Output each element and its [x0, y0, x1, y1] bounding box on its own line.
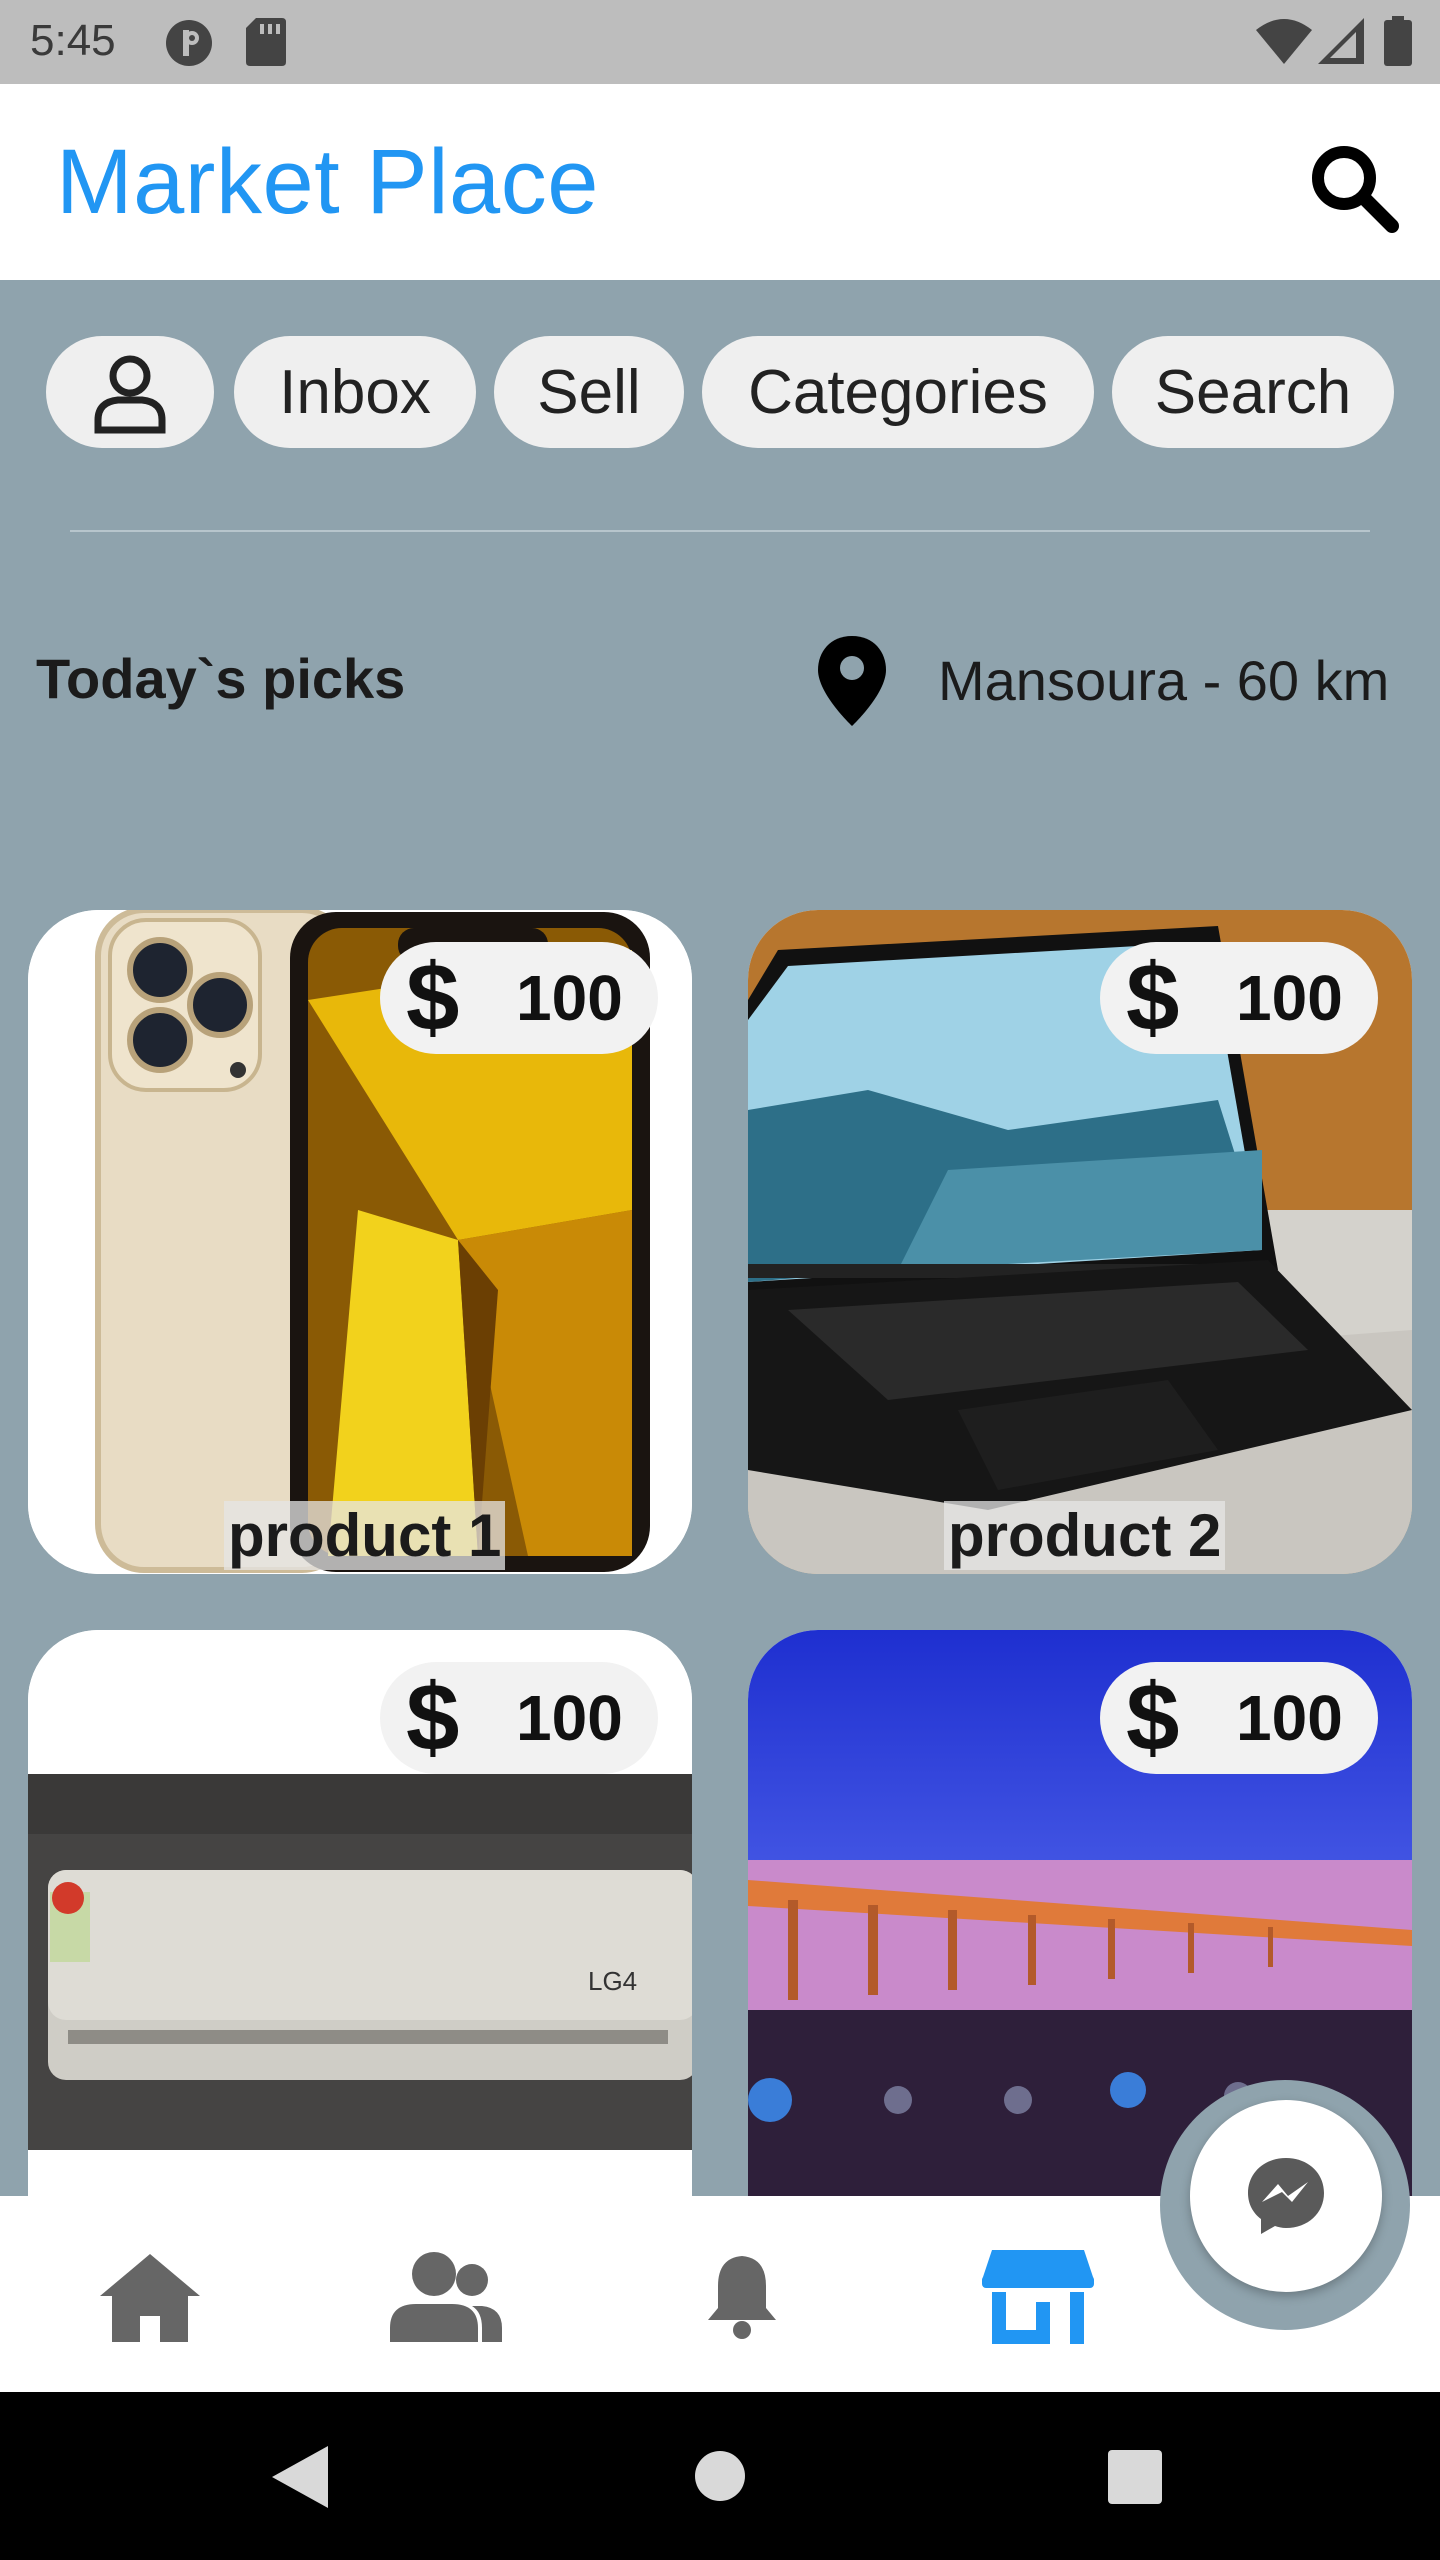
home-icon[interactable] [90, 2246, 210, 2346]
product-card[interactable]: LG4 $ 100 [28, 1630, 692, 2294]
location-label: Mansoura - 60 km [938, 648, 1390, 712]
product-name: product 1 [224, 1501, 506, 1570]
messenger-icon [1248, 2158, 1324, 2234]
sell-chip[interactable]: Sell [494, 336, 684, 448]
search-chip[interactable]: Search [1112, 336, 1394, 448]
system-nav-bar [0, 2392, 1440, 2560]
battery-icon [1384, 16, 1412, 66]
status-bar: 5:45 [0, 0, 1440, 84]
price-value: 100 [516, 1682, 623, 1754]
product-card[interactable]: $ 100 product 1 [28, 910, 692, 1574]
svg-text:LG4: LG4 [588, 1966, 637, 1996]
notifications-icon[interactable] [682, 2246, 802, 2346]
todays-picks-heading: Today`s picks [36, 647, 406, 710]
price-badge: $ 100 [380, 942, 658, 1054]
friends-icon[interactable] [386, 2246, 506, 2346]
price-badge: $ 100 [1100, 942, 1378, 1054]
status-time: 5:45 [30, 16, 116, 65]
price-value: 100 [1236, 1682, 1343, 1754]
product-name: product 2 [944, 1501, 1226, 1570]
wifi-icon [1256, 19, 1312, 64]
dollar-icon: $ [1126, 1664, 1180, 1771]
sd-card-icon [246, 18, 286, 66]
categories-chip[interactable]: Categories [702, 336, 1094, 448]
location-pin-icon [818, 636, 886, 726]
price-value: 100 [1236, 962, 1343, 1034]
page-title: Market Place [56, 131, 599, 233]
dollar-icon: $ [1126, 944, 1180, 1051]
notification-p-icon [166, 20, 212, 66]
recents-icon[interactable] [1108, 2450, 1162, 2504]
app-bar: Market Place [0, 84, 1440, 280]
search-icon[interactable] [1306, 140, 1402, 236]
price-badge: $ 100 [380, 1662, 658, 1774]
divider [70, 530, 1370, 532]
inbox-chip[interactable]: Inbox [234, 336, 476, 448]
location-filter[interactable]: Mansoura - 60 km [810, 632, 1389, 728]
back-icon[interactable] [270, 2444, 330, 2510]
dollar-icon: $ [406, 944, 460, 1051]
dollar-icon: $ [406, 1664, 460, 1771]
person-icon [94, 355, 166, 434]
price-value: 100 [516, 962, 623, 1034]
marketplace-icon[interactable] [978, 2246, 1098, 2346]
profile-chip[interactable] [46, 336, 214, 448]
price-badge: $ 100 [1100, 1662, 1378, 1774]
signal-icon [1318, 18, 1364, 64]
home-circle-icon[interactable] [694, 2450, 746, 2502]
messenger-button[interactable] [1190, 2100, 1382, 2292]
product-card[interactable]: $ 100 product 2 [748, 910, 1412, 1574]
